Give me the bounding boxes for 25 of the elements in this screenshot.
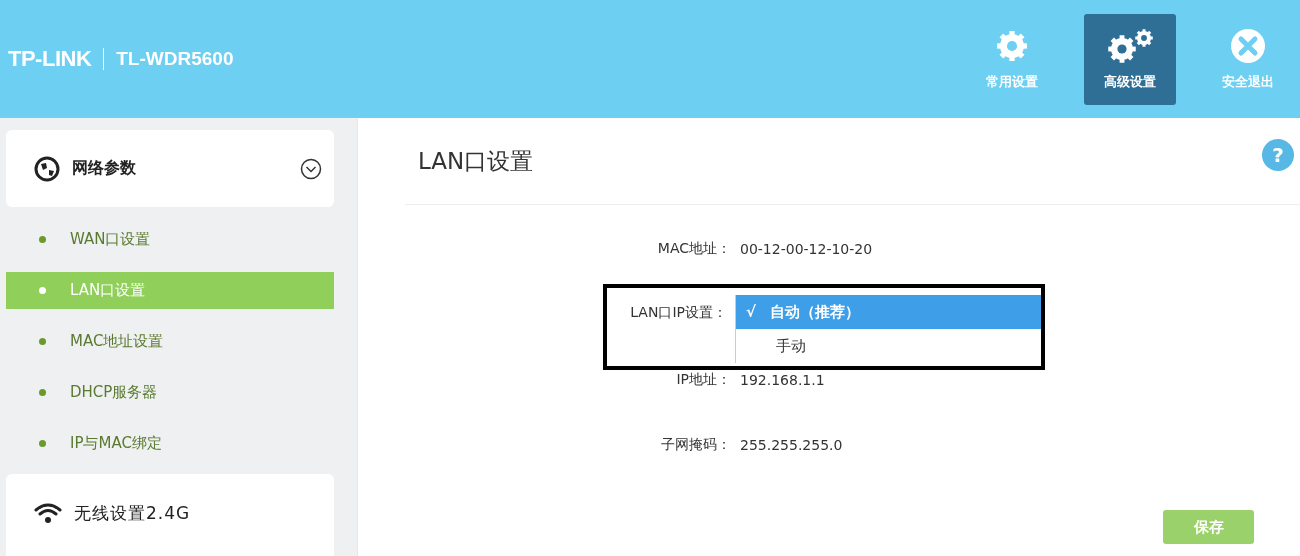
- brand-logo: TP-LINK: [8, 46, 92, 72]
- wifi-icon: [34, 502, 62, 524]
- field-label: LAN口IP设置：: [629, 303, 727, 322]
- sidebar-item[interactable]: IP与MAC绑定: [6, 425, 334, 462]
- sidebar-group[interactable]: 网络参数: [6, 130, 334, 207]
- field-label: IP地址：: [675, 371, 731, 389]
- model-name: TL-WDR5600: [116, 48, 234, 70]
- field-label: 子网掩码：: [660, 436, 731, 454]
- group-label: 无线设置2.4G: [74, 501, 191, 525]
- collapse-icon[interactable]: [300, 157, 322, 180]
- dropdown-option[interactable]: √ 自动（推荐）: [736, 295, 1041, 329]
- field-label: MAC地址：: [656, 240, 731, 258]
- group-label: 网络参数: [72, 158, 136, 179]
- page-title: LAN口设置: [418, 146, 534, 176]
- globe-icon: [34, 155, 60, 182]
- field-value: 192.168.1.1: [740, 372, 825, 388]
- sidebar-item[interactable]: MAC地址设置: [6, 323, 334, 360]
- sidebar-item[interactable]: DHCP服务器: [6, 374, 334, 411]
- nav-tab[interactable]: 高级设置: [1084, 13, 1176, 105]
- field-value: 255.255.255.0: [740, 437, 843, 453]
- field-value: 00-12-00-12-10-20: [740, 241, 873, 257]
- sidebar-item[interactable]: WAN口设置: [6, 221, 334, 258]
- close-icon: [1229, 27, 1267, 65]
- dropdown-option[interactable]: 手动: [736, 329, 1041, 363]
- sidebar-group[interactable]: 无线设置2.4G: [6, 474, 334, 556]
